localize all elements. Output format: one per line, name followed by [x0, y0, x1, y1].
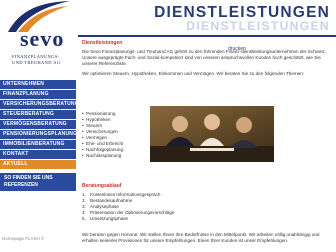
nav-item-pensionierungsplanung[interactable]: PENSIONIERUNGSPLANUNG: [0, 130, 76, 139]
main-content: Dienstleistungen Die Sevo Finanzplanungs…: [82, 40, 332, 81]
logo-wordmark: sevo: [20, 26, 65, 51]
optimize-paragraph: Wir optimieren Steuern, Hypotheken, Eink…: [82, 71, 305, 76]
nav-item-steuerberatung[interactable]: STEUERBERATUNG: [0, 110, 76, 119]
sevo-logo[interactable]: sevo FINANZPLANUNGS- UND TREUHAND AG: [0, 0, 76, 80]
nav-item-vermoegensberatung[interactable]: VERMÖGENSBERATUNG: [0, 120, 76, 129]
topics-list: Pensionierung Hypotheken Steuern Versich…: [82, 111, 123, 159]
nav-item-aktuell[interactable]: AKTUELL: [0, 160, 76, 169]
nav-item-versicherungsberatung[interactable]: VERSICHERUNGSBERATUNG: [0, 100, 76, 109]
footer-note: Homepage FLASH ©: [2, 236, 45, 241]
nav-item-kontakt[interactable]: KONTAKT: [0, 150, 76, 159]
process-steps: 1. Kostenloses Informationsgespräch 2. Bes…: [82, 192, 175, 222]
nav-item-unternehmen[interactable]: UNTERNEHMEN: [0, 80, 76, 89]
process-heading: Beratungsablauf: [82, 183, 122, 189]
sidebar-nav: UNTERNEHMEN FINANZPLANUNG VERSICHERUNGSB…: [0, 80, 76, 191]
meeting-photo: [150, 106, 274, 162]
list-item: 5. Umsetzungsphase: [82, 216, 129, 221]
nav-item-finanzplanung[interactable]: FINANZPLANUNG: [0, 90, 76, 99]
page: sevo FINANZPLANUNGS- UND TREUHAND AG DIE…: [0, 0, 336, 252]
closing-paragraph: Wir beraten gegen Honorar. Wir stellen I…: [82, 232, 320, 243]
nav-item-so-finden-sie-uns[interactable]: SO FINDEN SIE UNS REFERENZEN: [0, 173, 76, 191]
header-divider: [78, 35, 336, 37]
section-heading: Dienstleistungen: [82, 40, 123, 46]
process-section: Beratungsablauf 1. Kostenloses Informatio…: [82, 183, 175, 222]
intro-paragraph: Die Sevo Finanzplanungs- und Treuhand AG…: [82, 49, 327, 66]
list-item: Nachlassplanung: [82, 153, 123, 159]
page-title-shadow: DIENSTLEISTUNGEN: [186, 19, 330, 33]
logo-subtitle-line2: UND TREUHAND AG: [12, 60, 61, 65]
nav-item-immobilienberatung[interactable]: IMMOBILIENBERATUNG: [0, 140, 76, 149]
logo-subtitle-line1: FINANZPLANUNGS-: [12, 54, 60, 59]
